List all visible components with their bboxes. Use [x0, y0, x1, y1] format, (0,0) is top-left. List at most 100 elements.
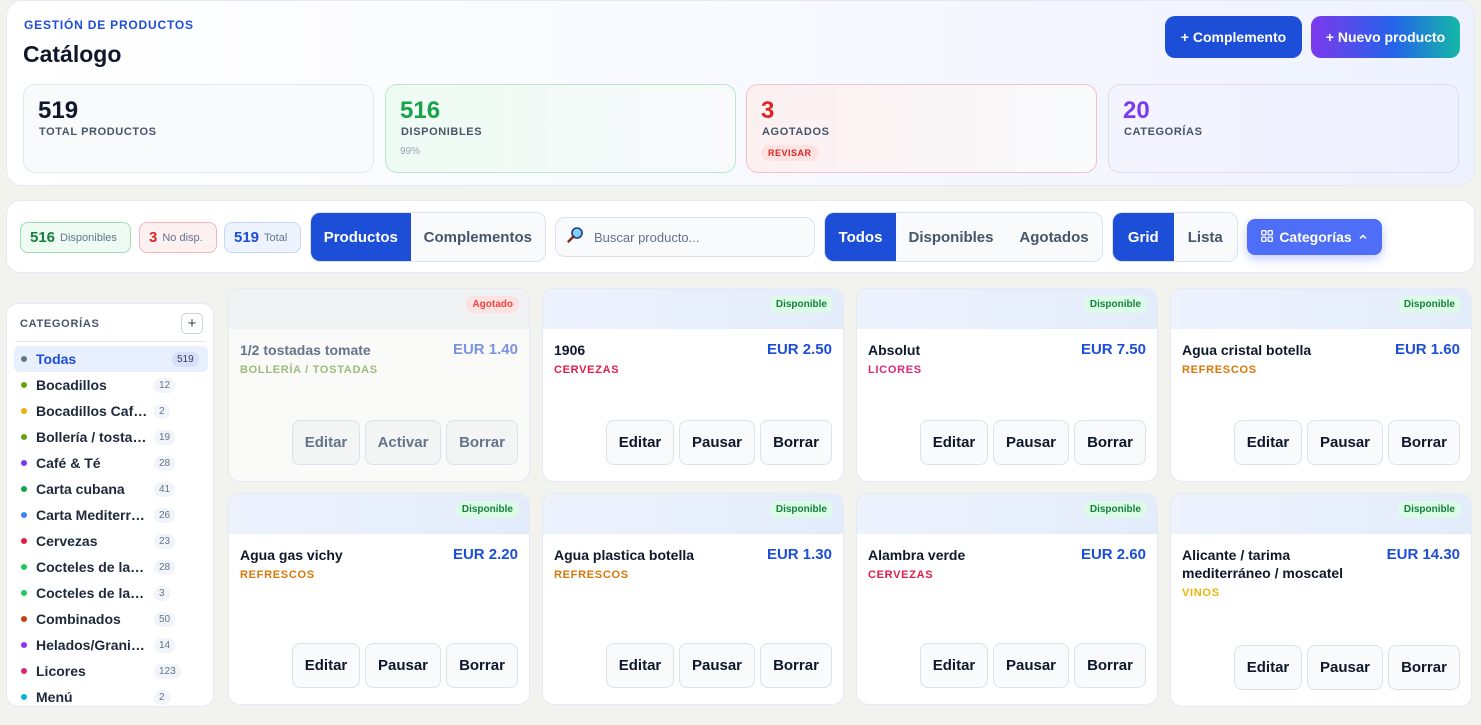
- product-category: CERVEZAS: [554, 364, 620, 376]
- pill-number: 519: [234, 229, 260, 246]
- category-color-dot: [21, 538, 27, 544]
- delete-button[interactable]: Borrar: [1074, 643, 1146, 688]
- tab-productos[interactable]: Productos: [311, 213, 411, 261]
- category-count: 2: [154, 403, 170, 419]
- edit-button[interactable]: Editar: [292, 643, 360, 688]
- new-product-button[interactable]: + Nuevo producto: [1311, 16, 1460, 58]
- delete-button[interactable]: Borrar: [446, 420, 518, 465]
- sidebar-heading: CATEGORÍAS: [20, 318, 100, 330]
- add-category-button[interactable]: +: [181, 313, 203, 334]
- pause-button[interactable]: Pausar: [1307, 420, 1383, 465]
- catalog-header: GESTIÓN DE PRODUCTOS Catálogo + Compleme…: [6, 0, 1475, 186]
- card-actions: Editar Activar Borrar: [292, 420, 518, 465]
- sidebar-item[interactable]: Carta cubana 41: [14, 476, 208, 502]
- tab-disponibles[interactable]: Disponibles: [896, 213, 1006, 261]
- delete-button[interactable]: Borrar: [760, 643, 832, 688]
- category-color-dot: [21, 382, 27, 388]
- delete-button[interactable]: Borrar: [446, 643, 518, 688]
- tab-lista[interactable]: Lista: [1174, 213, 1237, 261]
- card-header: Agotado: [229, 289, 529, 329]
- category-count: 3: [154, 585, 170, 601]
- category-name: Carta cubana: [36, 481, 125, 497]
- pill-number: 516: [30, 229, 56, 246]
- stat-value: 519: [38, 97, 79, 124]
- category-count: 14: [154, 637, 176, 653]
- tab-todos[interactable]: Todos: [825, 213, 896, 261]
- tab-complementos[interactable]: Complementos: [411, 213, 545, 261]
- sidebar-item[interactable]: Menú 2: [14, 684, 208, 706]
- category-color-dot: [21, 616, 27, 622]
- sidebar-item[interactable]: Helados/Granizados 14: [14, 632, 208, 658]
- product-category: BOLLERÍA / TOSTADAS: [240, 364, 378, 376]
- delete-button[interactable]: Borrar: [1388, 645, 1460, 690]
- card-header: Disponible: [543, 494, 843, 534]
- activate-button[interactable]: Activar: [365, 420, 441, 465]
- product-card[interactable]: Disponible Agua cristal botella EUR 1.60 RE…: [1170, 288, 1472, 482]
- sidebar-item[interactable]: Bocadillos 12: [14, 372, 208, 398]
- add-complement-button[interactable]: + Complemento: [1165, 16, 1302, 58]
- card-actions: Editar Pausar Borrar: [920, 643, 1146, 688]
- delete-button[interactable]: Borrar: [760, 420, 832, 465]
- status-badge: Disponible: [769, 296, 833, 313]
- total-count-pill: 519 Total: [224, 222, 301, 253]
- category-count: 2: [154, 689, 170, 705]
- category-name: Menú: [36, 689, 73, 705]
- edit-button[interactable]: Editar: [1234, 420, 1302, 465]
- product-category: VINOS: [1182, 587, 1220, 599]
- product-card[interactable]: Disponible Absolut EUR 7.50 LICORES Editar Pa…: [856, 288, 1158, 482]
- product-card[interactable]: Agotado 1/2 tostadas tomate EUR 1.40 BOLLER…: [228, 288, 530, 482]
- card-header: Disponible: [543, 289, 843, 329]
- edit-button[interactable]: Editar: [920, 643, 988, 688]
- view-tabs: Grid Lista: [1112, 212, 1238, 262]
- pause-button[interactable]: Pausar: [993, 420, 1069, 465]
- category-color-dot: [21, 356, 27, 362]
- product-card[interactable]: Disponible Alambra verde EUR 2.60 CERVEZAS E…: [856, 493, 1158, 705]
- pill-text: Total: [264, 231, 288, 244]
- sidebar-item[interactable]: Combinados 50: [14, 606, 208, 632]
- product-category: REFRESCOS: [1182, 364, 1257, 376]
- divider: [15, 341, 206, 342]
- sidebar-item[interactable]: Café & Té 28: [14, 450, 208, 476]
- sidebar-item[interactable]: Cocteles de la casa 28: [14, 554, 208, 580]
- pause-button[interactable]: Pausar: [1307, 645, 1383, 690]
- product-card[interactable]: Disponible Agua gas vichy EUR 2.20 REFRESCO…: [228, 493, 530, 705]
- header-eyebrow: GESTIÓN DE PRODUCTOS: [24, 18, 194, 32]
- product-price: EUR 2.50: [766, 341, 832, 358]
- stat-value: 20: [1123, 97, 1150, 124]
- status-badge: Disponible: [769, 501, 833, 518]
- product-card[interactable]: Disponible Agua plastica botella EUR 1.30 R…: [542, 493, 844, 705]
- product-card[interactable]: Disponible Alicante / tarima mediterráneo…: [1170, 493, 1472, 707]
- category-name: Carta Mediterránea: [36, 507, 148, 523]
- delete-button[interactable]: Borrar: [1074, 420, 1146, 465]
- search-box[interactable]: Buscar producto...: [555, 217, 815, 257]
- sidebar-item[interactable]: Todas 519: [14, 346, 208, 372]
- pause-button[interactable]: Pausar: [679, 643, 755, 688]
- tab-grid[interactable]: Grid: [1113, 213, 1174, 261]
- edit-button[interactable]: Editar: [292, 420, 360, 465]
- sidebar-item[interactable]: Licores 123: [14, 658, 208, 684]
- type-tabs: Productos Complementos: [310, 212, 546, 262]
- pause-button[interactable]: Pausar: [679, 420, 755, 465]
- sidebar-item[interactable]: Bocadillos Cafetería 2: [14, 398, 208, 424]
- search-input[interactable]: Buscar producto...: [594, 230, 700, 245]
- category-color-dot: [21, 460, 27, 466]
- sidebar-item[interactable]: Bollería / tostadas 19: [14, 424, 208, 450]
- sidebar-item[interactable]: Cervezas 23: [14, 528, 208, 554]
- category-name: Bocadillos Cafetería: [36, 403, 148, 419]
- edit-button[interactable]: Editar: [1234, 645, 1302, 690]
- edit-button[interactable]: Editar: [920, 420, 988, 465]
- sidebar-item[interactable]: Cocteles de la carta 3: [14, 580, 208, 606]
- tab-agotados[interactable]: Agotados: [1006, 213, 1102, 261]
- product-card[interactable]: Disponible 1906 EUR 2.50 CERVEZAS Editar Paus…: [542, 288, 844, 482]
- category-count: 519: [172, 351, 199, 367]
- edit-button[interactable]: Editar: [606, 643, 674, 688]
- status-tabs: Todos Disponibles Agotados: [824, 212, 1103, 262]
- product-name: 1/2 tostadas tomate: [240, 342, 371, 358]
- categories-toggle-button[interactable]: Categorías: [1247, 219, 1382, 255]
- delete-button[interactable]: Borrar: [1388, 420, 1460, 465]
- pause-button[interactable]: Pausar: [993, 643, 1069, 688]
- sidebar-item[interactable]: Carta Mediterránea 26: [14, 502, 208, 528]
- category-color-dot: [21, 668, 27, 674]
- edit-button[interactable]: Editar: [606, 420, 674, 465]
- pause-button[interactable]: Pausar: [365, 643, 441, 688]
